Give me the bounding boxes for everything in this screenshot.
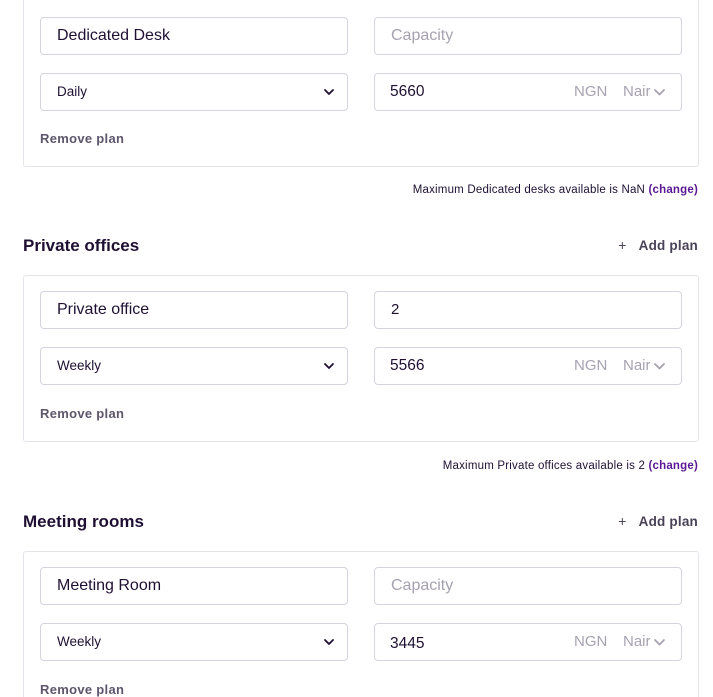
chevron-down-icon bbox=[324, 639, 334, 645]
plus-icon: + bbox=[618, 513, 627, 529]
plan-name-field[interactable]: Dedicated Desk bbox=[40, 17, 348, 55]
price-field[interactable]: 5566 NGN Naira bbox=[374, 347, 682, 385]
currency-name: Naira bbox=[623, 83, 651, 100]
frequency-select[interactable]: Daily bbox=[40, 73, 348, 111]
capacity-field[interactable]: Capacity bbox=[374, 567, 682, 605]
currency-code: NGN bbox=[574, 633, 608, 650]
price-field[interactable]: 5660 NGN Naira bbox=[374, 73, 682, 111]
plan-name-input[interactable]: Meeting Room bbox=[57, 568, 161, 604]
plan-name-input[interactable]: Dedicated Desk bbox=[57, 18, 170, 54]
chevron-down-icon bbox=[324, 89, 334, 95]
section-title: Meeting rooms bbox=[23, 512, 144, 531]
price-field[interactable]: 3445 NGN Naira bbox=[374, 623, 682, 661]
max-availability-text: Maximum Private offices available is 2 bbox=[442, 460, 646, 472]
max-availability-note: Maximum Dedicated desks available is NaN… bbox=[413, 184, 698, 196]
capacity-field[interactable]: Capacity bbox=[374, 17, 682, 55]
frequency-select[interactable]: Weekly bbox=[40, 347, 348, 385]
private-office-plan-card: Private office 2 Weekly 5566 NGN Naira R… bbox=[23, 275, 699, 442]
meeting-room-plan-card: Meeting Room Capacity Weekly 3445 NGN Na… bbox=[23, 551, 699, 697]
price-input[interactable]: 5660 bbox=[390, 74, 424, 110]
currency-select[interactable]: Naira bbox=[623, 348, 651, 384]
frequency-value: Daily bbox=[57, 84, 88, 99]
plus-icon: + bbox=[618, 237, 627, 253]
price-input[interactable]: 5566 bbox=[390, 348, 424, 384]
change-link[interactable]: (change) bbox=[648, 460, 698, 472]
chevron-down-icon[interactable] bbox=[653, 636, 666, 648]
dedicated-desk-plan-card: Dedicated Desk Capacity Daily 5660 NGN N… bbox=[23, 0, 699, 167]
currency-select[interactable]: Naira bbox=[623, 74, 651, 110]
add-plan-button[interactable]: + Add plan bbox=[618, 237, 698, 253]
chevron-down-icon bbox=[324, 363, 334, 369]
remove-plan-button[interactable]: Remove plan bbox=[40, 131, 124, 146]
frequency-value: Weekly bbox=[57, 358, 102, 373]
add-plan-label: Add plan bbox=[638, 238, 698, 253]
max-availability-note: Maximum Private offices available is 2 (… bbox=[443, 460, 698, 472]
currency-code: NGN bbox=[574, 83, 608, 100]
remove-plan-button[interactable]: Remove plan bbox=[40, 682, 124, 697]
frequency-value: Weekly bbox=[57, 634, 102, 649]
currency-name: Naira bbox=[623, 633, 651, 650]
currency-code: NGN bbox=[574, 357, 608, 374]
currency-select[interactable]: Naira bbox=[623, 624, 651, 660]
change-link[interactable]: (change) bbox=[648, 184, 698, 196]
capacity-input[interactable]: Capacity bbox=[391, 18, 453, 54]
plan-name-input[interactable]: Private office bbox=[57, 292, 149, 328]
add-plan-label: Add plan bbox=[638, 514, 698, 529]
remove-plan-button[interactable]: Remove plan bbox=[40, 406, 124, 421]
plan-name-field[interactable]: Meeting Room bbox=[40, 567, 348, 605]
capacity-input[interactable]: 2 bbox=[391, 292, 399, 328]
price-input[interactable]: 3445 bbox=[390, 626, 424, 662]
max-availability-text: Maximum Dedicated desks available is NaN bbox=[412, 184, 646, 196]
add-plan-button[interactable]: + Add plan bbox=[618, 513, 698, 529]
chevron-down-icon[interactable] bbox=[653, 360, 666, 372]
currency-name: Naira bbox=[623, 357, 651, 374]
capacity-input[interactable]: Capacity bbox=[391, 568, 453, 604]
plans-form: Dedicated Desk Capacity Daily 5660 NGN N… bbox=[0, 0, 713, 697]
section-title: Private offices bbox=[23, 236, 140, 255]
chevron-down-icon[interactable] bbox=[653, 86, 666, 98]
frequency-select[interactable]: Weekly bbox=[40, 623, 348, 661]
capacity-field[interactable]: 2 bbox=[374, 291, 682, 329]
plan-name-field[interactable]: Private office bbox=[40, 291, 348, 329]
